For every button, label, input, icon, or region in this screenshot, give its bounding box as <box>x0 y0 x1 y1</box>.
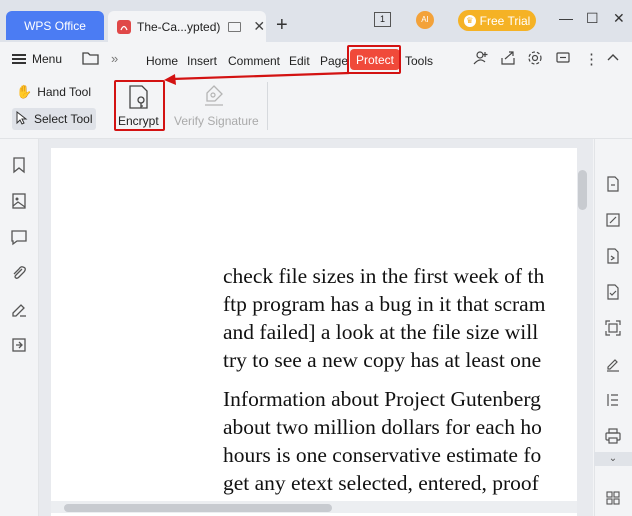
apps-grid-icon[interactable] <box>605 490 621 506</box>
convert-icon[interactable] <box>605 248 621 264</box>
annotate-icon[interactable] <box>605 212 621 228</box>
print-icon[interactable] <box>605 428 621 444</box>
horizontal-scrollbar-thumb[interactable] <box>64 504 332 512</box>
signature-icon[interactable] <box>10 300 28 318</box>
thumbnail-icon[interactable] <box>10 192 28 210</box>
document-text-line: get any etext selected, entered, proof <box>223 471 539 495</box>
document-text-line: hours is one conservative estimate fo <box>223 443 542 467</box>
attachment-icon[interactable] <box>10 264 28 282</box>
document-text-line: and failed] a look at the file size will <box>223 320 539 344</box>
compare-icon[interactable] <box>605 392 621 408</box>
sign-icon[interactable] <box>605 356 621 372</box>
check-document-icon[interactable] <box>605 284 621 300</box>
document-text-line: ftp program has a bug in it that scram <box>223 292 546 316</box>
document-page: check file sizes in the first week of th… <box>51 148 577 516</box>
vertical-scrollbar-thumb[interactable] <box>578 170 587 210</box>
document-text-line: Information about Project Gutenberg <box>223 387 541 411</box>
export-icon[interactable] <box>10 336 28 354</box>
edit-document-icon[interactable] <box>605 176 621 192</box>
scan-icon[interactable] <box>605 320 621 336</box>
comment-icon[interactable] <box>10 228 28 246</box>
document-text-line: check file sizes in the first week of th <box>223 264 545 288</box>
document-text-line: try to see a new copy has at least one <box>223 348 542 372</box>
bookmark-icon[interactable] <box>10 156 28 174</box>
document-text-line: about two million dollars for each ho <box>223 415 542 439</box>
chevron-down-icon[interactable]: ⌄ <box>594 452 632 466</box>
